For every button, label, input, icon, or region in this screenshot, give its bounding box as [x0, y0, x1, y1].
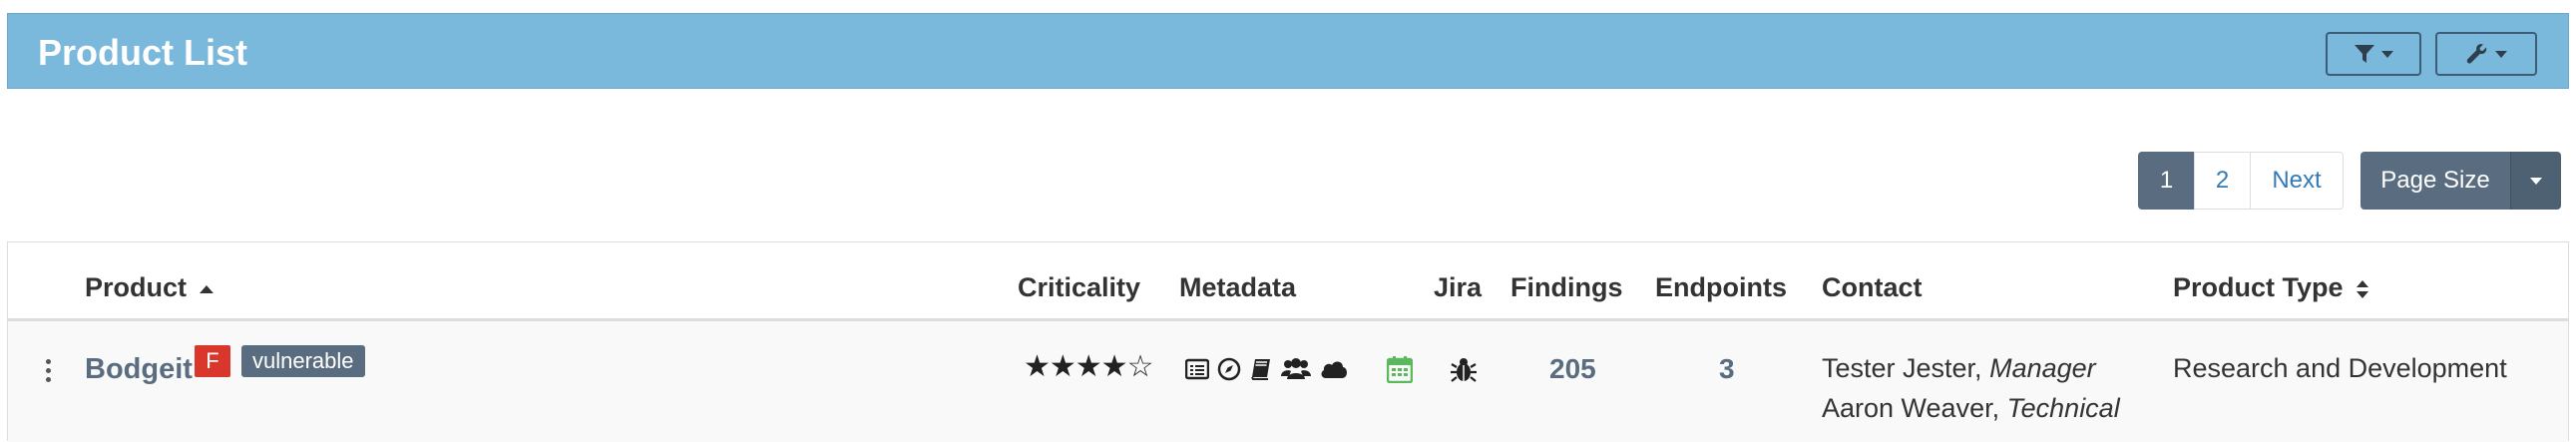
- book-icon: [1251, 359, 1270, 380]
- users-icon: [1281, 358, 1311, 379]
- findings-count[interactable]: 205: [1549, 353, 1596, 385]
- column-header-metadata: Metadata: [1179, 272, 1297, 302]
- product-table: Product Criticality Metadata Jira Findin…: [7, 241, 2569, 442]
- chevron-down-icon: [2530, 177, 2542, 185]
- page-size-dropdown[interactable]: Page Size: [2361, 152, 2561, 210]
- page-2-link[interactable]: 2: [2194, 152, 2251, 210]
- row-actions-icon[interactable]: [46, 359, 51, 382]
- column-header-product-type[interactable]: Product Type: [2173, 272, 2370, 303]
- product-tag[interactable]: vulnerable: [241, 345, 365, 377]
- page-size-button[interactable]: Page Size: [2361, 152, 2510, 210]
- contact-2-role: Technical: [2006, 393, 2120, 423]
- criticality-stars: ★★★★☆: [1024, 350, 1153, 383]
- pagination: 1 2 Next: [2138, 152, 2344, 210]
- chevron-down-icon: [2495, 50, 2507, 58]
- column-header-endpoints: Endpoints: [1655, 272, 1787, 302]
- product-link[interactable]: Bodgeit: [85, 353, 193, 386]
- column-header-product[interactable]: Product: [85, 272, 215, 303]
- page-size-toggle[interactable]: [2510, 152, 2561, 210]
- tools-dropdown-button[interactable]: [2435, 32, 2537, 76]
- list-alt-icon: [1185, 358, 1209, 380]
- cloud-icon: [1321, 361, 1347, 378]
- product-type: Research and Development: [2173, 353, 2507, 383]
- column-header-criticality: Criticality: [1018, 272, 1141, 302]
- contact-1-name: Tester Jester,: [1822, 353, 1982, 383]
- panel-heading: Product List: [7, 13, 2569, 89]
- grade-badge: F: [195, 345, 230, 377]
- wrench-icon: [2466, 44, 2487, 64]
- calendar-icon[interactable]: [1387, 355, 1413, 383]
- sort-icon: [2357, 279, 2369, 298]
- contact-1: Tester Jester, Manager: [1822, 353, 2096, 384]
- page-1-link[interactable]: 1: [2138, 152, 2195, 210]
- contact-1-role: Manager: [1989, 353, 2096, 383]
- bug-icon[interactable]: [1451, 355, 1477, 383]
- next-page-link[interactable]: Next: [2250, 152, 2344, 210]
- metadata-icons: [1185, 357, 1349, 381]
- filter-dropdown-button[interactable]: [2326, 32, 2421, 76]
- chevron-down-icon: [2381, 50, 2393, 58]
- filter-icon: [2355, 45, 2374, 63]
- column-header-jira: Jira: [1434, 272, 1483, 302]
- contact-2: Aaron Weaver, Technical: [1822, 393, 2120, 424]
- table-row: Bodgeit F vulnerable ★★★★☆ 205 3 Tester …: [8, 321, 2568, 442]
- contact-2-name: Aaron Weaver,: [1822, 393, 2000, 423]
- column-header-findings: Findings: [1510, 272, 1623, 302]
- page-title: Product List: [38, 32, 248, 73]
- endpoints-count[interactable]: 3: [1719, 353, 1735, 385]
- compass-icon: [1217, 357, 1241, 381]
- column-header-contact: Contact: [1822, 272, 1923, 302]
- sort-ascending-icon: [199, 284, 214, 293]
